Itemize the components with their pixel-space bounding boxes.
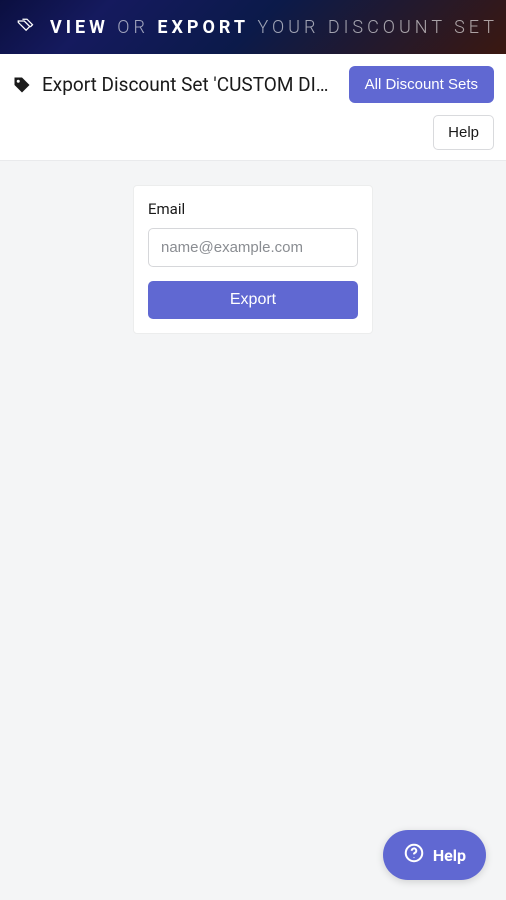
tags-icon	[16, 16, 38, 38]
banner-word-export: Export	[157, 17, 249, 38]
help-row: Help	[0, 111, 506, 161]
header-row: Export Discount Set 'CUSTOM DIS... All D…	[0, 54, 506, 111]
help-widget[interactable]: Help	[383, 830, 486, 880]
page-title: Export Discount Set 'CUSTOM DIS...	[42, 73, 339, 96]
banner-tail: your discount set	[257, 17, 498, 38]
help-circle-icon	[403, 842, 425, 868]
main: Email Export	[0, 161, 506, 334]
tag-icon	[12, 75, 32, 95]
banner: View or Export your discount set	[0, 0, 506, 54]
help-widget-label: Help	[433, 846, 466, 865]
banner-or: or	[117, 17, 149, 38]
export-card: Email Export	[133, 185, 373, 334]
all-discount-sets-button[interactable]: All Discount Sets	[349, 66, 494, 103]
help-button[interactable]: Help	[433, 115, 494, 150]
banner-word-view: View	[50, 17, 109, 38]
email-field[interactable]	[148, 228, 358, 267]
email-label: Email	[148, 200, 358, 218]
banner-text: View or Export your discount set	[50, 17, 498, 38]
export-button[interactable]: Export	[148, 281, 358, 319]
